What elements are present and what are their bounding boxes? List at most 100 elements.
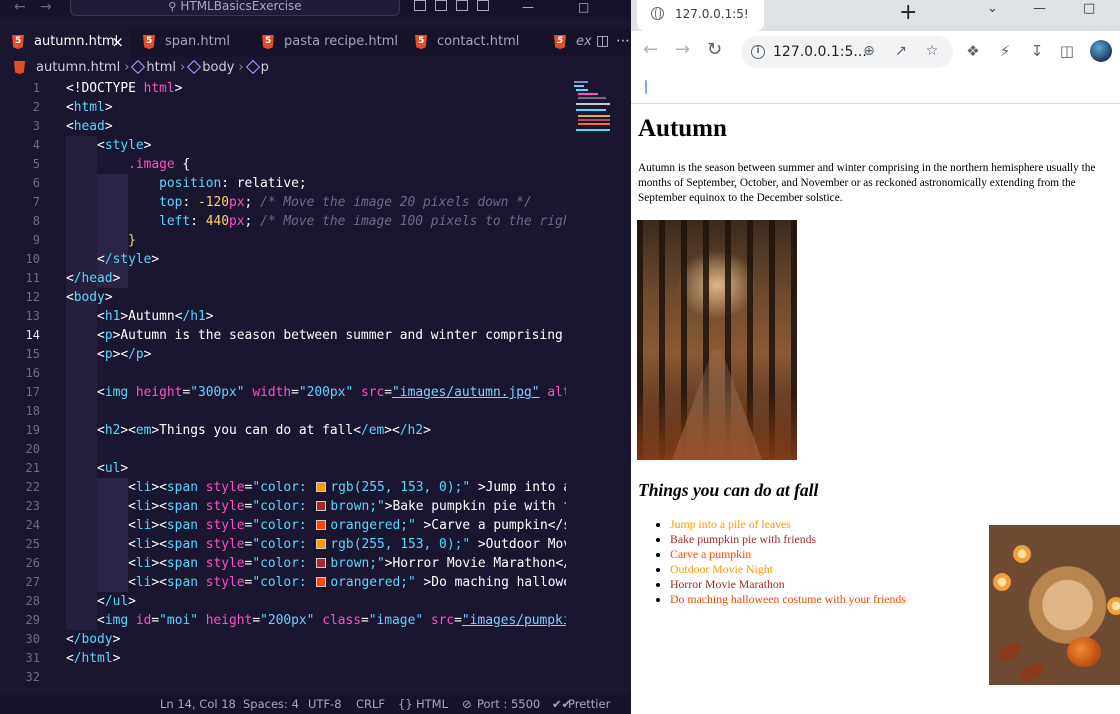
color-swatch[interactable] [316,482,327,492]
browser-tab-title: 127.0.0.1:5! [675,7,749,21]
chevron-right-icon: › [238,60,244,75]
color-swatch[interactable] [316,501,327,511]
activity-text: Jump into a pile of leaves [670,517,791,531]
address-bar[interactable]: i 127.0.0.1:5... [741,36,953,68]
breadcrumb-p[interactable]: p [261,57,269,79]
browser-tab[interactable]: 127.0.0.1:5! [637,0,764,31]
attr-value: "color: [252,556,315,571]
brace: { [174,157,191,172]
chrome-window: 127.0.0.1:5! + ⌄ — □ ← → ↻ i 127.0.0.1:5… [631,0,1120,714]
bookmark-star-icon[interactable]: ☆ [924,43,940,59]
more-actions-icon[interactable]: ⋯ [616,33,630,49]
tag-name: img [104,385,129,400]
color-swatch[interactable] [316,577,327,587]
status-bar: Ln 14, Col 18 Spaces: 4 UTF-8 CRLF {} HT… [0,694,631,714]
minimap[interactable] [572,79,612,149]
tab-search-chevron-icon[interactable]: ⌄ [987,0,998,18]
attr-name: style [205,537,245,552]
tag-name: /h1 [182,309,206,324]
toggle-secondary-sidebar-icon[interactable] [456,0,468,11]
tag-name: html [73,100,105,115]
site-info-icon[interactable]: i [751,45,765,59]
line-number: 29 [25,613,40,627]
forward-arrow-icon[interactable]: → [40,0,52,14]
braces-icon: {} [398,697,413,711]
forward-button-icon[interactable]: → [675,38,690,62]
autumn-forest-image [637,220,797,460]
encoding[interactable]: UTF-8 [308,694,342,714]
breadcrumb-body[interactable]: body [202,57,234,79]
line-number: 19 [25,423,40,437]
back-button-icon[interactable]: ← [643,38,658,62]
element-icon [131,59,146,75]
minimize-icon[interactable]: — [1033,0,1046,18]
line-number: 10 [25,252,40,266]
profile-avatar[interactable] [1090,40,1112,62]
bookmark-item[interactable] [645,80,647,94]
extensions-puzzle-icon[interactable]: ❖ [964,42,982,60]
tag-name: ul [104,461,121,476]
attr-name: height [135,385,183,400]
code-editor[interactable]: 1 2 3 4 5 6 7 8 9 10 11 12 13 14 15 16 1… [0,79,631,694]
attr-name: class [322,613,361,628]
zoom-icon[interactable]: ⊕ [861,43,877,59]
extension-icon[interactable]: ⚡ [996,42,1014,60]
breadcrumb-html[interactable]: html [146,57,176,79]
maximize-icon[interactable]: □ [578,0,589,14]
share-icon[interactable]: ↗ [893,43,909,59]
minimize-icon[interactable]: — [522,0,534,14]
new-tab-button[interactable]: + [899,0,917,26]
command-center-label: HTMLBasicsExercise [180,0,302,13]
command-center[interactable]: ⚲ HTMLBasicsExercise [70,0,400,16]
tab-pasta-recipe-html[interactable]: pasta recipe.html [250,29,402,57]
indentation[interactable]: Spaces: 4 [243,694,299,714]
html5-icon [14,61,25,74]
breadcrumb-file[interactable]: autumn.html [36,57,120,79]
text-content: Things you can do at fall [159,423,354,438]
tag-name: /em [360,423,385,438]
rendered-page: Autumn Autumn is the season between summ… [631,105,1120,714]
reload-icon[interactable]: ↻ [707,38,722,62]
tab-autumn-html[interactable]: autumn.html × [0,29,130,57]
download-icon[interactable]: ↧ [1028,42,1046,60]
line-number: 4 [32,138,40,152]
tag-name: em [135,423,152,438]
code-line: </style> [97,252,160,267]
code-line: <html> [66,100,113,115]
list-item: Horror Movie Marathon [670,577,906,592]
cursor-position[interactable]: Ln 14, Col 18 [160,694,236,714]
tab-ex[interactable]: ex [542,29,592,57]
toggle-panel-icon[interactable] [435,0,447,11]
customize-layout-icon[interactable] [477,0,489,11]
line-number: 11 [25,271,40,285]
side-panel-icon[interactable]: ◫ [1058,42,1076,60]
code-line: <img id="moi" height="200px" class="imag… [66,611,566,630]
attr-value: "color: [252,480,315,495]
code-text[interactable]: <!DOCTYPE html> <html> <head> <style> .i… [66,79,566,694]
html5-icon [143,35,155,49]
tab-span-html[interactable]: span.html [131,29,249,57]
line-ending[interactable]: CRLF [356,694,385,714]
color-swatch[interactable] [316,520,327,530]
tag-name: span [166,537,198,552]
maximize-icon[interactable]: □ [1083,0,1095,18]
close-tab-icon[interactable]: × [111,29,124,55]
language-mode[interactable]: HTML [416,694,448,714]
prettier-status[interactable]: Prettier [568,694,610,714]
attr-name: style [205,499,245,514]
color-swatch[interactable] [316,558,327,568]
split-editor-icon[interactable]: ◫ [596,33,609,49]
tab-contact-html[interactable]: contact.html [403,29,541,57]
attr-value-link[interactable]: "images/autumn.jpg" [392,385,539,400]
back-arrow-icon[interactable]: ← [14,0,26,14]
doctype-token: <!DOCTYPE [66,81,136,96]
tag-name: li [135,556,152,571]
line-number: 28 [25,594,40,608]
attr-value-link[interactable]: "images/pumpkin [462,613,566,628]
color-swatch[interactable] [316,539,327,549]
live-server-port[interactable]: Port : 5500 [477,694,540,714]
css-number: 440 [205,214,230,229]
tag-name: h2 [104,423,121,438]
toggle-primary-sidebar-icon[interactable] [414,0,426,11]
